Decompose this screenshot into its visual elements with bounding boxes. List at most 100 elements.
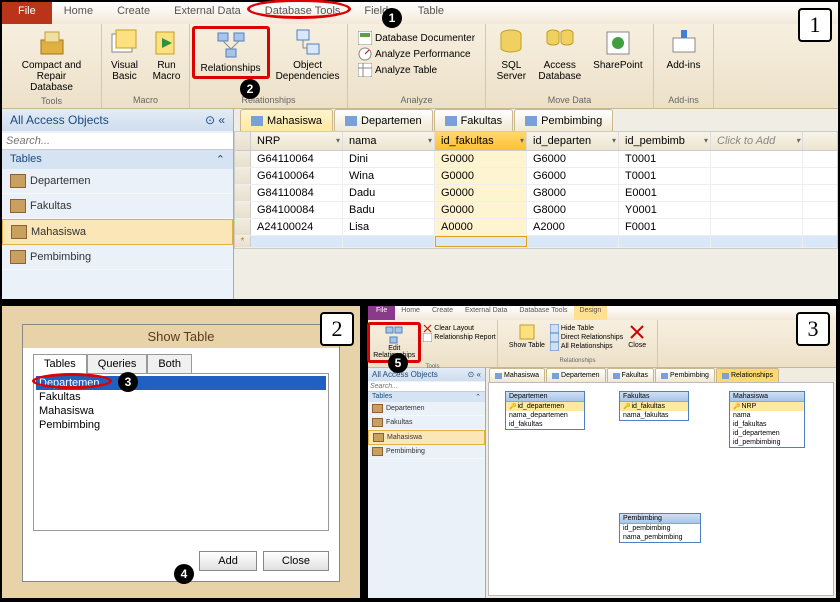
compact-repair-button[interactable]: Compact and Repair Database (8, 26, 95, 95)
dlgtab-queries[interactable]: Queries (87, 354, 148, 373)
add-button[interactable]: Add (199, 551, 257, 571)
nav-item-departemen[interactable]: Departemen (2, 169, 233, 194)
cell[interactable]: A0000 (435, 219, 527, 235)
col-nrp[interactable]: NRP▾ (251, 132, 343, 150)
p3-nav-pembimbing[interactable]: Pembimbing (368, 445, 485, 459)
obj-dep-button[interactable]: Object Dependencies (270, 26, 346, 84)
fld-fak-id[interactable]: id_fakultas (620, 402, 688, 411)
close-rel-button[interactable]: Close (625, 322, 649, 350)
cell[interactable]: G84110084 (251, 185, 343, 201)
nav-search-input[interactable] (2, 133, 233, 150)
cell[interactable]: G6000 (527, 168, 619, 184)
tab-external[interactable]: External Data (162, 2, 253, 24)
nav-item-pembimbing[interactable]: Pembimbing (2, 245, 233, 270)
nav-dropdown-icon[interactable]: ⊙ « (205, 113, 225, 127)
db-documenter-button[interactable]: Database Documenter (354, 30, 479, 46)
addins-button[interactable]: Add-ins (661, 26, 707, 73)
cell[interactable]: G64100064 (251, 168, 343, 184)
fld-dep-id[interactable]: id_departemen (506, 402, 584, 411)
fld-mhs-nrp[interactable]: NRP (730, 402, 804, 411)
cell[interactable]: Y0001 (619, 202, 711, 218)
list-item-departemen[interactable]: Departemen (36, 376, 326, 390)
cell[interactable]: G6000 (527, 151, 619, 167)
analyze-table-button[interactable]: Analyze Table (354, 62, 441, 78)
hide-table-button[interactable]: Hide Table (548, 324, 625, 333)
fld-pem-id[interactable]: id_pembimbing (620, 524, 700, 533)
relationships-button[interactable]: Relationships (192, 26, 270, 79)
dlgtab-both[interactable]: Both (147, 354, 192, 373)
cell[interactable]: F0001 (619, 219, 711, 235)
cell[interactable]: G84100084 (251, 202, 343, 218)
tab-file[interactable]: File (2, 2, 52, 24)
p3-nav-search[interactable] (368, 382, 485, 392)
run-macro-button[interactable]: Run Macro (146, 26, 188, 84)
p3-tab-relationships[interactable]: Relationships (716, 368, 779, 382)
direct-rel-button[interactable]: Direct Relationships (548, 333, 625, 342)
sharepoint-button[interactable]: SharePoint (587, 26, 648, 73)
tablebox-mahasiswa[interactable]: Mahasiswa NRP nama id_fakultas id_depart… (729, 391, 805, 448)
cell[interactable]: G8000 (527, 202, 619, 218)
p3-tab-file[interactable]: File (368, 306, 395, 320)
p3-tab-external[interactable]: External Data (459, 306, 513, 320)
close-button[interactable]: Close (263, 551, 329, 571)
collapse-icon[interactable]: ⌃ (216, 153, 225, 166)
list-item-pembimbing[interactable]: Pembimbing (36, 418, 326, 432)
cell[interactable]: T0001 (619, 168, 711, 184)
table-row[interactable]: G84100084BaduG0000G8000Y0001 (235, 202, 837, 219)
p3-nav-mahasiswa[interactable]: Mahasiswa (368, 430, 485, 445)
tab-table[interactable]: Table (406, 2, 456, 24)
dlgtab-tables[interactable]: Tables (33, 354, 87, 374)
cell[interactable]: Dadu (343, 185, 435, 201)
table-row[interactable]: A24100024LisaA0000A2000F0001 (235, 219, 837, 236)
p3-nav-fakultas[interactable]: Fakultas (368, 416, 485, 430)
visual-basic-button[interactable]: Visual Basic (104, 26, 146, 84)
p3-nav-group[interactable]: Tables⌃ (368, 392, 485, 402)
cell[interactable]: A2000 (527, 219, 619, 235)
nav-item-fakultas[interactable]: Fakultas (2, 194, 233, 219)
tab-dbtools[interactable]: Database Tools (253, 2, 353, 24)
fld-mhs-idpem[interactable]: id_pembimbing (730, 438, 804, 447)
cell[interactable]: T0001 (619, 151, 711, 167)
fld-dep-nama[interactable]: nama_departemen (506, 411, 584, 420)
nav-header[interactable]: All Access Objects⊙ « (2, 109, 233, 131)
p3-tab-fakultas[interactable]: Fakultas (607, 368, 654, 382)
fld-mhs-nama[interactable]: nama (730, 411, 804, 420)
table-row[interactable]: G64110064DiniG0000G6000T0001 (235, 151, 837, 168)
fld-mhs-iddep[interactable]: id_departemen (730, 429, 804, 438)
table-list[interactable]: Departemen Fakultas Mahasiswa Pembimbing (33, 373, 329, 531)
new-row[interactable]: * (235, 236, 837, 248)
relationships-canvas[interactable]: Departemen id_departemen nama_departemen… (488, 382, 834, 596)
fld-fak-nama[interactable]: nama_fakultas (620, 411, 688, 420)
cell[interactable]: Dini (343, 151, 435, 167)
col-idpembimb[interactable]: id_pembimb▾ (619, 132, 711, 150)
p3-nav-departemen[interactable]: Departemen (368, 402, 485, 416)
datasheet-grid[interactable]: NRP▾ nama▾ id_fakultas▾ id_departen▾ id_… (234, 131, 838, 249)
all-rel-button[interactable]: All Relationships (548, 342, 625, 351)
sql-server-button[interactable]: SQL Server (490, 26, 532, 84)
tablebox-fakultas[interactable]: Fakultas id_fakultas nama_fakultas (619, 391, 689, 421)
fld-dep-idfak[interactable]: id_fakultas (506, 420, 584, 429)
col-idfakultas[interactable]: id_fakultas▾ (435, 132, 527, 150)
tab-fakultas[interactable]: Fakultas (434, 109, 514, 131)
clear-layout-button[interactable]: Clear Layout (421, 324, 497, 333)
p3-tab-mahasiswa[interactable]: Mahasiswa (489, 368, 545, 382)
p3-tab-pembimbing[interactable]: Pembimbing (655, 368, 715, 382)
cell[interactable]: G0000 (435, 168, 527, 184)
cell[interactable]: E0001 (619, 185, 711, 201)
tab-departemen[interactable]: Departemen (334, 109, 433, 131)
nav-group-tables[interactable]: Tables⌃ (2, 150, 233, 169)
fld-pem-nama[interactable]: nama_pembimbing (620, 533, 700, 542)
cell[interactable]: G0000 (435, 151, 527, 167)
col-iddeparten[interactable]: id_departen▾ (527, 132, 619, 150)
col-nama[interactable]: nama▾ (343, 132, 435, 150)
cell[interactable]: A24100024 (251, 219, 343, 235)
cell[interactable]: Lisa (343, 219, 435, 235)
col-add[interactable]: Click to Add▾ (711, 132, 803, 150)
fld-mhs-idfak[interactable]: id_fakultas (730, 420, 804, 429)
p3-tab-departemen[interactable]: Departemen (546, 368, 606, 382)
list-item-mahasiswa[interactable]: Mahasiswa (36, 404, 326, 418)
table-row[interactable]: G64100064WinaG0000G6000T0001 (235, 168, 837, 185)
cell[interactable]: G8000 (527, 185, 619, 201)
tab-pembimbing[interactable]: Pembimbing (514, 109, 613, 131)
p3-tab-create[interactable]: Create (426, 306, 459, 320)
